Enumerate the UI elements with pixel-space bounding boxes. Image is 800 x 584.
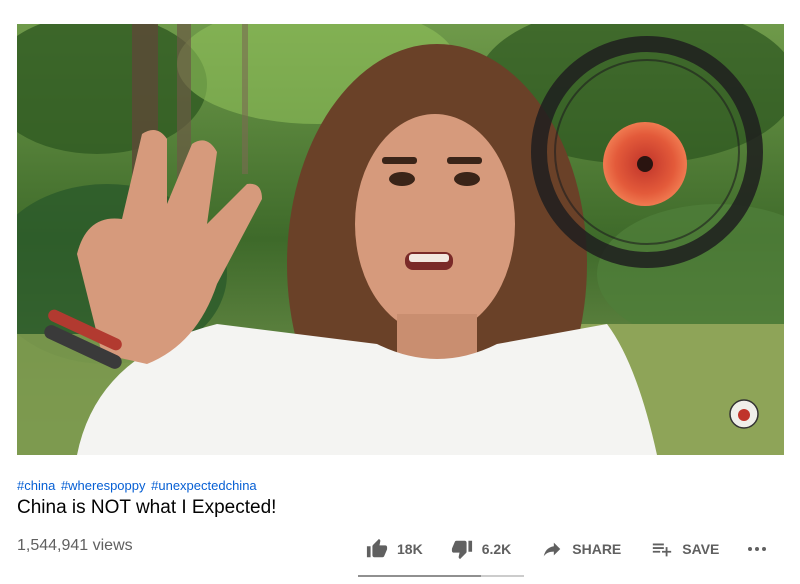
video-frame <box>17 24 784 455</box>
video-actions: 18K 6.2K SHARE SAVE <box>366 535 769 563</box>
dislike-button[interactable]: 6.2K <box>451 538 512 560</box>
hashtag-link[interactable]: #wherespoppy <box>61 478 146 493</box>
hashtag-link[interactable]: #unexpectedchina <box>151 478 257 493</box>
more-actions-button[interactable] <box>745 537 769 561</box>
hashtag-link[interactable]: #china <box>17 478 55 493</box>
share-label: SHARE <box>572 541 622 557</box>
video-player[interactable] <box>17 24 784 455</box>
like-count: 18K <box>397 541 423 557</box>
sentiment-bar-fill <box>358 575 481 577</box>
like-button[interactable]: 18K <box>366 538 423 560</box>
share-button[interactable]: SHARE <box>541 538 621 560</box>
thumb-up-icon <box>366 538 388 558</box>
share-icon <box>544 542 561 557</box>
dislike-count: 6.2K <box>481 541 512 557</box>
video-title: China is NOT what I Expected! <box>17 497 277 518</box>
hashtag-row: #china #wherespoppy #unexpectedchina <box>17 478 259 493</box>
thumb-down-icon <box>451 540 472 560</box>
save-label: SAVE <box>682 541 720 557</box>
corner-logo-icon <box>729 399 759 429</box>
save-button[interactable]: SAVE <box>651 538 719 560</box>
playlist-add-icon <box>653 543 672 557</box>
sentiment-bar <box>358 575 524 577</box>
more-horiz-icon <box>748 547 767 551</box>
view-count: 1,544,941 views <box>17 537 133 554</box>
